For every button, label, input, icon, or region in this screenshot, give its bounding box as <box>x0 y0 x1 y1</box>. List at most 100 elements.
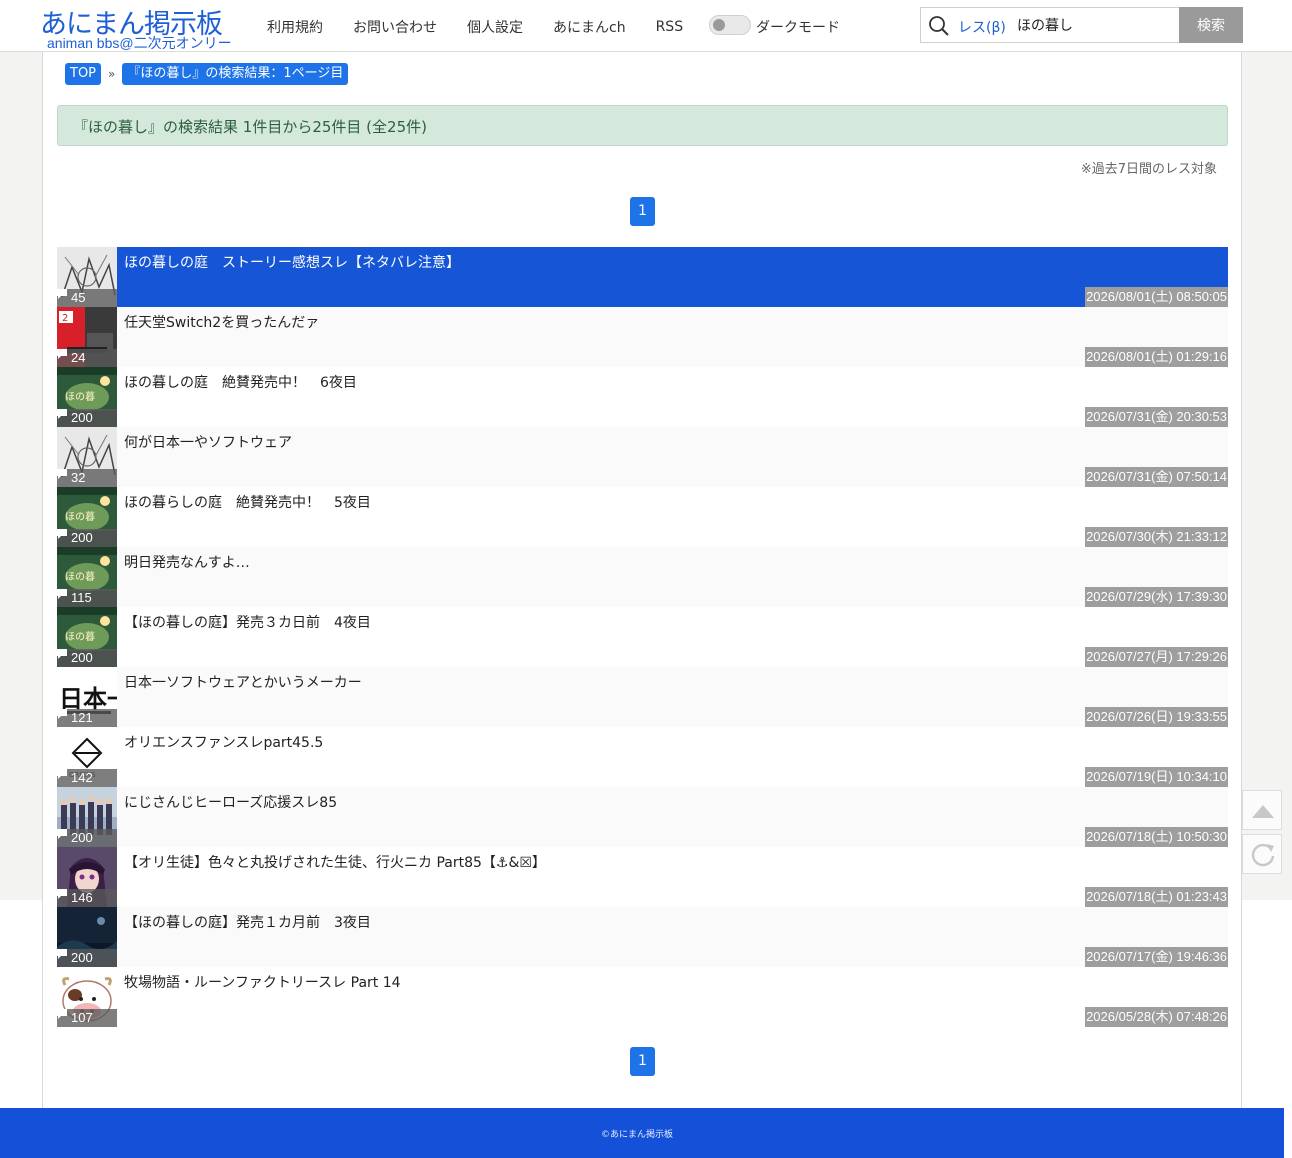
thread-title[interactable]: 明日発売なんすよ… <box>124 552 250 572</box>
svg-text:ほの暮: ほの暮 <box>65 510 95 523</box>
search-scope-selector[interactable]: レス(β) <box>958 17 1006 37</box>
site-logo[interactable]: あにまん掲示板 animan bbs@二次元オンリー <box>40 2 250 51</box>
thread-title-area[interactable]: ほの暮らしの庭 絶賛発売中！ 5夜目 2026/07/30(木) 21:33:12 <box>117 487 1228 547</box>
site-footer: ©あにまん掲示板 <box>0 1108 1284 1158</box>
thread-row[interactable]: 45 ほの暮しの庭 ストーリー感想スレ【ネタバレ注意】 2026/08/01(土) … <box>57 247 1228 307</box>
reply-count-badge: 45 <box>57 289 117 307</box>
reply-count: 200 <box>71 410 93 425</box>
thread-title[interactable]: 日本一ソフトウェアとかいうメーカー <box>124 672 362 692</box>
thread-title-area[interactable]: 【オリ生徒】色々と丸投げされた生徒、行火ニカ Part85【⚓&☒】 2026/0… <box>117 847 1228 907</box>
thread-title[interactable]: オリエンスファンスレpart45.5 <box>124 732 323 752</box>
breadcrumb-top[interactable]: TOP <box>65 63 102 85</box>
thread-title[interactable]: ほの暮しの庭 ストーリー感想スレ【ネタバレ注意】 <box>124 252 460 272</box>
thread-thumbnail[interactable]: 2 24 <box>57 307 117 367</box>
thread-title[interactable]: にじさんじヒーローズ応援スレ85 <box>124 792 337 812</box>
breadcrumb-current[interactable]: 『ほの暮し』の検索結果：1ページ目 <box>122 63 349 85</box>
thread-thumbnail[interactable]: 45 <box>57 247 117 307</box>
thread-title[interactable]: 【ほの暮しの庭】発売３カ日前 4夜目 <box>124 612 371 632</box>
thread-thumbnail[interactable]: ORIENS142 <box>57 727 117 787</box>
thread-date: 2026/07/26(日) 19:33:55 <box>1085 707 1228 727</box>
comment-icon <box>57 889 67 899</box>
svg-text:ほの暮: ほの暮 <box>65 570 95 583</box>
thread-thumbnail[interactable]: 日本一121 <box>57 667 117 727</box>
nav-terms[interactable]: 利用規約 <box>267 17 323 37</box>
thread-title[interactable]: 【ほの暮しの庭】発売１カ月前 3夜目 <box>124 912 371 932</box>
svg-text:2: 2 <box>62 313 68 324</box>
thread-thumbnail[interactable]: 32 <box>57 427 117 487</box>
scroll-top-button[interactable] <box>1242 790 1282 830</box>
search-input[interactable] <box>1017 11 1177 39</box>
thread-row[interactable]: 32 何が日本一やソフトウェア 2026/07/31(金) 07:50:14 <box>57 427 1228 487</box>
nav-rss[interactable]: RSS <box>656 19 684 35</box>
comment-icon <box>57 289 67 299</box>
reply-count: 107 <box>71 1010 93 1025</box>
thread-title-area[interactable]: ほの暮しの庭 絶賛発売中！ 6夜目 2026/07/31(金) 20:30:53 <box>117 367 1228 427</box>
reply-count-badge: 146 <box>57 889 117 907</box>
thread-title[interactable]: ほの暮らしの庭 絶賛発売中！ 5夜目 <box>124 492 371 512</box>
thread-title[interactable]: 牧場物語・ルーンファクトリースレ Part 14 <box>124 972 401 992</box>
pagination-top-page-1[interactable]: 1 <box>630 197 655 226</box>
thread-title[interactable]: ほの暮しの庭 絶賛発売中！ 6夜目 <box>124 372 357 392</box>
thread-title-area[interactable]: 【ほの暮しの庭】発売３カ日前 4夜目 2026/07/27(月) 17:29:26 <box>117 607 1228 667</box>
thread-thumbnail[interactable]: 200 <box>57 787 117 847</box>
thread-title-area[interactable]: 【ほの暮しの庭】発売１カ月前 3夜目 2026/07/17(金) 19:46:36 <box>117 907 1228 967</box>
thread-thumbnail[interactable]: 107 <box>57 967 117 1027</box>
thread-thumbnail[interactable]: ほの暮 200 <box>57 487 117 547</box>
thread-title-area[interactable]: オリエンスファンスレpart45.5 2026/07/19(日) 10:34:10 <box>117 727 1228 787</box>
thread-row[interactable]: ORIENS142 オリエンスファンスレpart45.5 2026/07/19(日)… <box>57 727 1228 787</box>
breadcrumb-separator: » <box>108 67 116 81</box>
search-icon <box>929 16 949 36</box>
thread-title-area[interactable]: にじさんじヒーローズ応援スレ85 2026/07/18(土) 10:50:30 <box>117 787 1228 847</box>
thread-title-area[interactable]: ほの暮しの庭 ストーリー感想スレ【ネタバレ注意】 2026/08/01(土) 08… <box>117 247 1228 307</box>
thread-date: 2026/08/01(土) 08:50:05 <box>1085 287 1228 307</box>
reply-count-badge: 200 <box>57 529 117 547</box>
reply-count: 115 <box>71 590 92 605</box>
thread-title-area[interactable]: 日本一ソフトウェアとかいうメーカー 2026/07/26(日) 19:33:55 <box>117 667 1228 727</box>
reply-count-badge: 32 <box>57 469 117 487</box>
reply-count: 146 <box>71 890 93 905</box>
reply-count: 32 <box>71 470 86 485</box>
comment-icon <box>57 769 67 779</box>
thread-title[interactable]: 何が日本一やソフトウェア <box>124 432 292 452</box>
thread-row[interactable]: 107 牧場物語・ルーンファクトリースレ Part 14 2026/05/28(木)… <box>57 967 1228 1027</box>
thread-row[interactable]: 2 24 任天堂Switch2を買ったんだァ 2026/08/01(土) 01:29:… <box>57 307 1228 367</box>
thread-row[interactable]: 200 【ほの暮しの庭】発売１カ月前 3夜目 2026/07/17(金) 19:46… <box>57 907 1228 967</box>
reload-button[interactable] <box>1242 834 1282 874</box>
thread-row[interactable]: 日本一121 日本一ソフトウェアとかいうメーカー 2026/07/26(日) 19:… <box>57 667 1228 727</box>
pagination-bottom-page-1[interactable]: 1 <box>630 1047 655 1076</box>
nav-settings[interactable]: 個人設定 <box>467 17 523 37</box>
thread-title[interactable]: 【オリ生徒】色々と丸投げされた生徒、行火ニカ Part85【⚓&☒】 <box>124 852 546 872</box>
thread-thumbnail[interactable]: 200 <box>57 907 117 967</box>
thread-title[interactable]: 任天堂Switch2を買ったんだァ <box>124 312 319 332</box>
comment-icon <box>57 529 67 539</box>
nav-animanch[interactable]: あにまんch <box>553 17 626 37</box>
reply-count-badge: 200 <box>57 409 117 427</box>
thread-thumbnail[interactable]: ほの暮 115 <box>57 547 117 607</box>
nav-contact[interactable]: お問い合わせ <box>353 17 437 37</box>
logo-subtitle: animan bbs@二次元オンリー <box>47 35 232 51</box>
breadcrumb: TOP » 『ほの暮し』の検索結果：1ページ目 <box>65 63 349 85</box>
thread-row[interactable]: 200 にじさんじヒーローズ応援スレ85 2026/07/18(土) 10:50:3… <box>57 787 1228 847</box>
thread-title-area[interactable]: 牧場物語・ルーンファクトリースレ Part 14 2026/05/28(木) 07… <box>117 967 1228 1027</box>
thread-row[interactable]: 146 【オリ生徒】色々と丸投げされた生徒、行火ニカ Part85【⚓&☒】 202… <box>57 847 1228 907</box>
reply-count: 200 <box>71 650 93 665</box>
thread-row[interactable]: ほの暮 200 【ほの暮しの庭】発売３カ日前 4夜目 2026/07/27(月) 17… <box>57 607 1228 667</box>
thread-title-area[interactable]: 明日発売なんすよ… 2026/07/29(水) 17:39:30 <box>117 547 1228 607</box>
thread-thumbnail[interactable]: ほの暮 200 <box>57 607 117 667</box>
thread-row[interactable]: ほの暮 115 明日発売なんすよ… 2026/07/29(水) 17:39:30 <box>57 547 1228 607</box>
reply-count-badge: 142 <box>57 769 117 787</box>
thread-date: 2026/07/30(木) 21:33:12 <box>1085 527 1228 547</box>
thread-row[interactable]: ほの暮 200 ほの暮しの庭 絶賛発売中！ 6夜目 2026/07/31(金) 20:… <box>57 367 1228 427</box>
dark-mode-toggle[interactable] <box>709 15 751 35</box>
thread-thumbnail[interactable]: ほの暮 200 <box>57 367 117 427</box>
thread-row[interactable]: ほの暮 200 ほの暮らしの庭 絶賛発売中！ 5夜目 2026/07/30(木) 21… <box>57 487 1228 547</box>
thread-date: 2026/07/29(水) 17:39:30 <box>1085 587 1228 607</box>
reply-count-badge: 200 <box>57 949 117 967</box>
thread-title-area[interactable]: 何が日本一やソフトウェア 2026/07/31(金) 07:50:14 <box>117 427 1228 487</box>
search-button[interactable]: 検索 <box>1179 7 1243 43</box>
thread-date: 2026/05/28(木) 07:48:26 <box>1085 1007 1228 1027</box>
thread-thumbnail[interactable]: 146 <box>57 847 117 907</box>
reply-count-badge: 107 <box>57 1009 117 1027</box>
comment-icon <box>57 649 67 659</box>
thread-title-area[interactable]: 任天堂Switch2を買ったんだァ 2026/08/01(土) 01:29:16 <box>117 307 1228 367</box>
